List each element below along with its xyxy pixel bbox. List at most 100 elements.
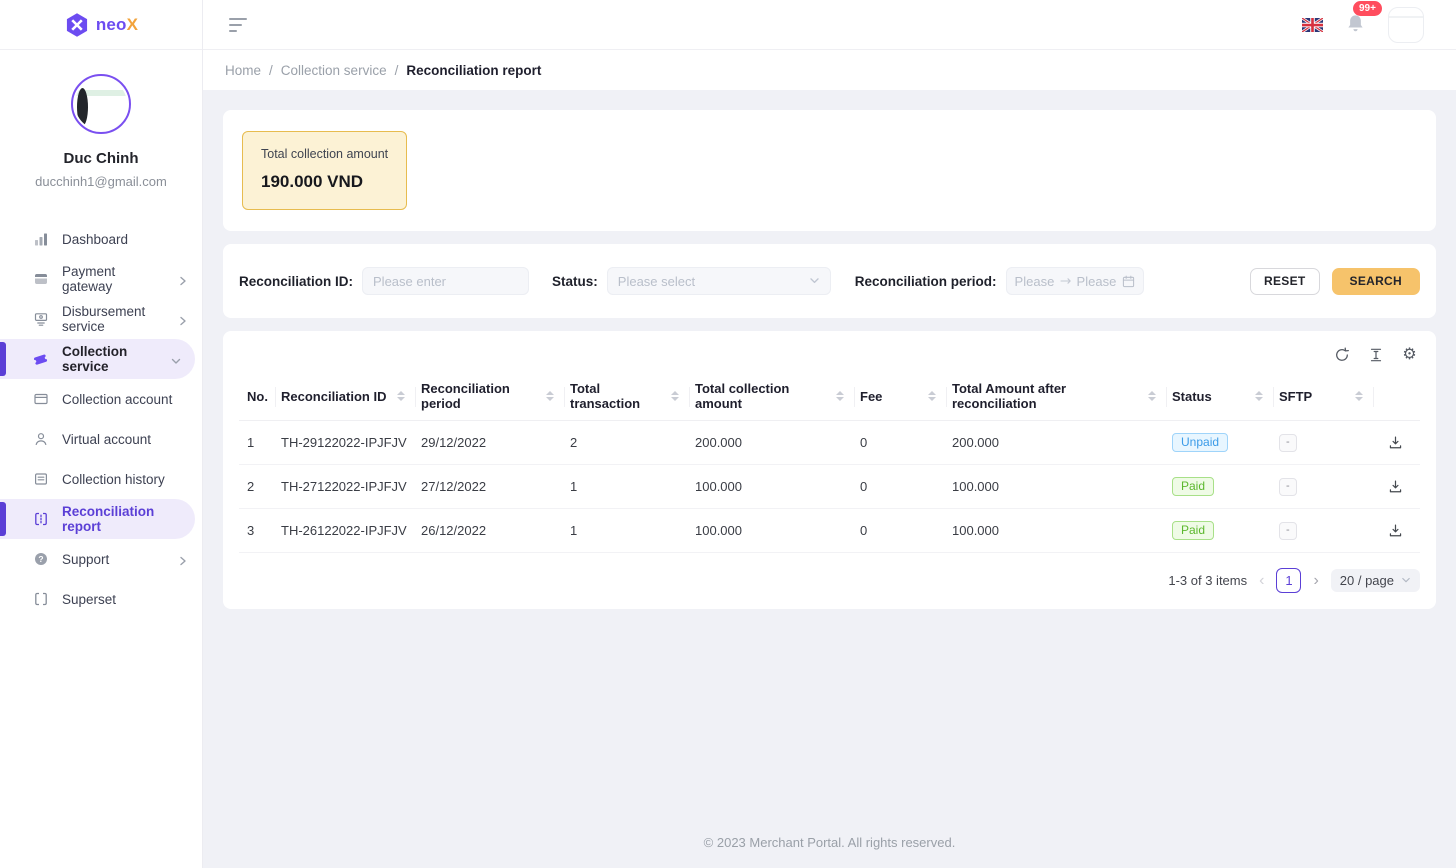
- period-range-picker[interactable]: Please... Please...: [1006, 267, 1144, 295]
- status-select[interactable]: Please select: [607, 267, 831, 295]
- cell-reconciliation-id: TH-29122022-IPJFJV: [281, 421, 421, 465]
- column-height-icon[interactable]: [1367, 346, 1384, 363]
- sidebar-item-label: Payment gateway: [62, 264, 165, 294]
- avatar: [71, 74, 131, 134]
- cell-period: 29/12/2022: [421, 421, 570, 465]
- breadcrumb-collection-service[interactable]: Collection service: [281, 63, 387, 78]
- notification-badge: 99+: [1353, 1, 1382, 16]
- sidebar-item-label: Virtual account: [62, 432, 151, 447]
- page-size-value: 20 / page: [1340, 573, 1394, 588]
- receipt-icon: [32, 471, 49, 488]
- sidebar-item-virtual-account[interactable]: Virtual account: [0, 419, 202, 459]
- column-header-actions: [1379, 373, 1420, 421]
- language-uk-flag-icon[interactable]: [1302, 18, 1323, 32]
- column-header-total-collection-amount[interactable]: Total collection amount: [695, 373, 860, 421]
- sort-icon: [671, 391, 687, 401]
- sidebar-item-label: Reconciliation report: [62, 504, 181, 534]
- cell-status: Paid: [1172, 465, 1279, 509]
- page-content: Total collection amount 190.000 VND Reco…: [203, 90, 1456, 868]
- pagination-page-1[interactable]: 1: [1276, 568, 1301, 593]
- status-badge: Paid: [1172, 477, 1214, 496]
- cell-download: [1379, 509, 1420, 553]
- notification-bell-icon[interactable]: 99+: [1345, 13, 1366, 37]
- filter-label: Reconciliation ID:: [239, 274, 353, 289]
- filter-actions: RESET SEARCH: [1250, 268, 1420, 295]
- column-header-reconciliation-period[interactable]: Reconciliation period: [421, 373, 570, 421]
- pagination-prev-icon[interactable]: ‹: [1257, 573, 1266, 589]
- sidebar-item-label: Disbursement service: [62, 304, 165, 334]
- sort-icon: [397, 391, 413, 401]
- book-icon: [32, 591, 49, 608]
- column-header-fee[interactable]: Fee: [860, 373, 952, 421]
- cell-total-collection-amount: 100.000: [695, 509, 860, 553]
- breadcrumb-current-page: Reconciliation report: [406, 63, 541, 78]
- cell-total-after: 100.000: [952, 509, 1172, 553]
- download-icon[interactable]: [1379, 523, 1412, 538]
- chevron-down-icon: [171, 354, 181, 364]
- user-icon: [32, 431, 49, 448]
- menu-collapse-icon[interactable]: [225, 14, 251, 36]
- user-name: Duc Chinh: [64, 150, 139, 167]
- sidebar-item-superset[interactable]: Superset: [0, 579, 202, 619]
- sidebar-item-label: Dashboard: [62, 232, 128, 247]
- sidebar-item-dashboard[interactable]: Dashboard: [0, 219, 202, 259]
- page-size-select[interactable]: 20 / page: [1331, 569, 1420, 592]
- download-icon[interactable]: [1379, 479, 1412, 494]
- sidebar-item-disbursement-service[interactable]: Disbursement service: [0, 299, 202, 339]
- table-row: 2 TH-27122022-IPJFJV 27/12/2022 1 100.00…: [239, 465, 1420, 509]
- cell-download: [1379, 421, 1420, 465]
- cell-reconciliation-id: TH-27122022-IPJFJV: [281, 465, 421, 509]
- sftp-tag: -: [1279, 478, 1297, 496]
- column-header-total-amount-after[interactable]: Total Amount after reconciliation: [952, 373, 1172, 421]
- cell-period: 27/12/2022: [421, 465, 570, 509]
- cell-total-transaction: 1: [570, 465, 695, 509]
- cell-total-transaction: 1: [570, 509, 695, 553]
- sidebar-item-label: Collection service: [62, 344, 158, 374]
- cell-total-after: 100.000: [952, 465, 1172, 509]
- ticket-icon: [32, 351, 49, 368]
- chevron-down-icon: [809, 274, 820, 289]
- table-row: 3 TH-26122022-IPJFJV 26/12/2022 1 100.00…: [239, 509, 1420, 553]
- sidebar-item-reconciliation-report[interactable]: Reconciliation report: [0, 499, 195, 539]
- status-badge: Unpaid: [1172, 433, 1228, 452]
- sidebar-item-collection-history[interactable]: Collection history: [0, 459, 202, 499]
- brand-logo: neoX: [0, 0, 202, 50]
- cell-sftp: -: [1279, 509, 1379, 553]
- breadcrumb-home[interactable]: Home: [225, 63, 261, 78]
- filter-label: Status:: [552, 274, 598, 289]
- sidebar-item-collection-account[interactable]: Collection account: [0, 379, 202, 419]
- column-header-reconciliation-id[interactable]: Reconciliation ID: [281, 373, 421, 421]
- column-header-sftp[interactable]: SFTP: [1279, 373, 1379, 421]
- search-button[interactable]: SEARCH: [1332, 268, 1420, 295]
- sidebar-item-support[interactable]: ? Support: [0, 539, 202, 579]
- reset-button[interactable]: RESET: [1250, 268, 1320, 295]
- cell-sftp: -: [1279, 421, 1379, 465]
- breadcrumb-separator: /: [395, 63, 399, 78]
- chevron-down-icon: [1401, 573, 1411, 588]
- sidebar-item-collection-service[interactable]: Collection service: [0, 339, 195, 379]
- range-end-placeholder: Please...: [1077, 274, 1117, 289]
- sftp-tag: -: [1279, 522, 1297, 540]
- user-email: ducchinh1@gmail.com: [35, 174, 167, 189]
- filter-section: Reconciliation ID: Status: Please select…: [223, 244, 1436, 318]
- cell-status: Unpaid: [1172, 421, 1279, 465]
- topbar: 99+: [203, 0, 1456, 50]
- topbar-avatar[interactable]: [1388, 7, 1424, 43]
- sort-icon: [1355, 391, 1371, 401]
- stat-value: 190.000 VND: [261, 172, 388, 192]
- table-toolbar: ⚙: [239, 344, 1420, 373]
- sidebar-nav: Dashboard Payment gateway Disbursement s…: [0, 219, 202, 619]
- credit-card-icon: [32, 271, 49, 288]
- reconciliation-id-input[interactable]: [362, 267, 529, 295]
- refresh-icon[interactable]: [1333, 346, 1350, 363]
- filter-status: Status: Please select: [552, 267, 831, 295]
- range-start-placeholder: Please...: [1015, 274, 1055, 289]
- pagination-next-icon[interactable]: ›: [1311, 573, 1320, 589]
- download-icon[interactable]: [1379, 435, 1412, 450]
- sidebar-item-payment-gateway[interactable]: Payment gateway: [0, 259, 202, 299]
- sidebar-item-label: Collection account: [62, 392, 172, 407]
- settings-gear-icon[interactable]: ⚙: [1401, 346, 1418, 363]
- select-placeholder: Please select: [618, 274, 809, 289]
- column-header-status[interactable]: Status: [1172, 373, 1279, 421]
- column-header-total-transaction[interactable]: Total transaction: [570, 373, 695, 421]
